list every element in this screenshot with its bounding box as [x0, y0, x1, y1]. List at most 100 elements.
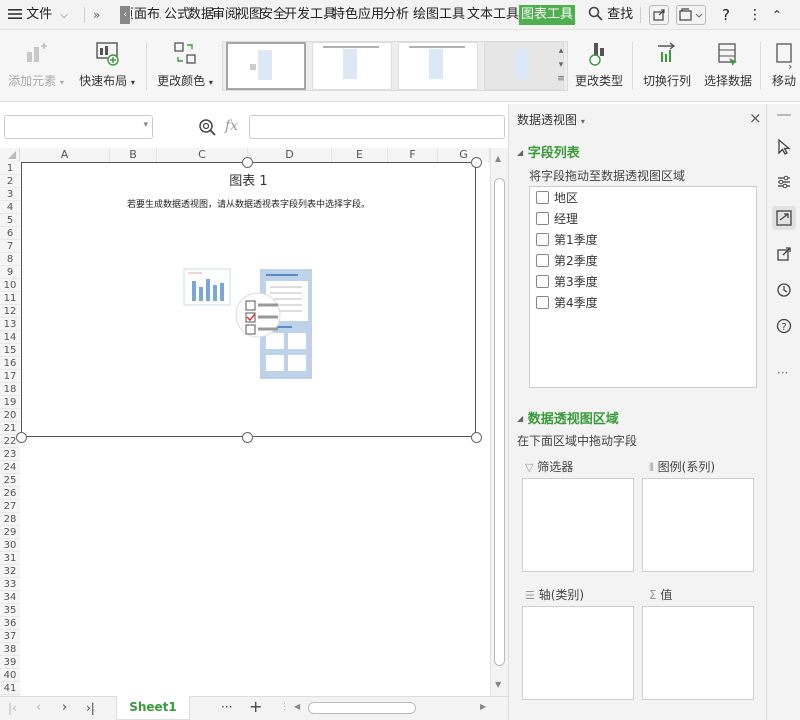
row-header[interactable]: 1	[0, 162, 20, 175]
tab-split-handle[interactable]: ⋮	[280, 702, 289, 712]
row-header[interactable]: 33	[0, 578, 20, 591]
row-header[interactable]: 14	[0, 331, 20, 344]
row-header[interactable]: 27	[0, 500, 20, 513]
row-header[interactable]: 38	[0, 643, 20, 656]
column-header[interactable]: C	[157, 148, 248, 162]
field-item-q3[interactable]: 第3季度	[536, 272, 598, 293]
row-header[interactable]: 35	[0, 604, 20, 617]
field-item-manager[interactable]: 经理	[536, 209, 578, 230]
row-header[interactable]: 2	[0, 175, 20, 188]
tab-text-tools[interactable]: 文本工具	[467, 0, 519, 30]
row-header[interactable]: 10	[0, 279, 20, 292]
row-header[interactable]: 40	[0, 669, 20, 682]
row-header[interactable]: 36	[0, 617, 20, 630]
row-header[interactable]: 12	[0, 305, 20, 318]
vertical-scrollbar[interactable]: ▲ ▼	[490, 148, 508, 696]
row-header[interactable]: 25	[0, 474, 20, 487]
pivot-panel-icon[interactable]	[772, 206, 796, 230]
row-header[interactable]: 39	[0, 656, 20, 669]
scroll-tabs-left-icon[interactable]: ‹	[120, 6, 130, 24]
checkbox[interactable]	[536, 191, 549, 204]
resize-handle-bottom-left[interactable]	[16, 432, 27, 443]
scroll-up-icon[interactable]: ▲	[495, 154, 501, 163]
tab-review[interactable]: 审阅	[212, 0, 238, 30]
column-header[interactable]: D	[248, 148, 332, 162]
more-icon[interactable]: ···	[777, 366, 788, 380]
help-circle-icon[interactable]: ?	[776, 318, 792, 337]
filter-drop-zone[interactable]	[522, 478, 634, 572]
resize-handle-bottom[interactable]	[242, 432, 253, 443]
row-header[interactable]: 16	[0, 357, 20, 370]
fx-icon[interactable]: fx	[225, 118, 238, 134]
column-header[interactable]: F	[388, 148, 438, 162]
history-icon[interactable]	[776, 282, 792, 301]
tab-data[interactable]: 数据	[188, 0, 214, 30]
checkbox[interactable]	[536, 296, 549, 309]
quick-layout-button[interactable]: 快速布局 ▾	[74, 30, 140, 102]
row-header[interactable]: 26	[0, 487, 20, 500]
spreadsheet-grid[interactable]: A B C D E F G 1 2 3 4 5 6 7 8 9 10 11 12 13 14 15 16 17 1…	[0, 148, 508, 696]
row-header[interactable]: 4	[0, 201, 20, 214]
file-menu[interactable]: 文件 ⌵	[8, 0, 68, 30]
select-all-corner[interactable]	[0, 148, 20, 162]
field-item-q2[interactable]: 第2季度	[536, 251, 598, 272]
search-button[interactable]: 查找	[588, 0, 633, 30]
last-sheet-icon[interactable]: ›|	[86, 701, 95, 715]
row-header[interactable]: 15	[0, 344, 20, 357]
tab-analyze[interactable]: 分析	[383, 0, 409, 30]
checkbox[interactable]	[536, 275, 549, 288]
field-list-section[interactable]: ◢ 字段列表	[517, 142, 580, 161]
row-header[interactable]: 28	[0, 513, 20, 526]
resize-handle-top-right[interactable]	[471, 157, 482, 168]
column-header[interactable]: E	[332, 148, 388, 162]
help-icon[interactable]: ?	[722, 0, 730, 30]
row-header[interactable]: 18	[0, 383, 20, 396]
row-header[interactable]: 37	[0, 630, 20, 643]
resize-handle-bottom-right[interactable]	[471, 432, 482, 443]
row-header[interactable]: 3	[0, 188, 20, 201]
row-header[interactable]: 30	[0, 539, 20, 552]
tab-special[interactable]: 特色应用	[332, 0, 384, 30]
axis-drop-zone[interactable]	[522, 606, 634, 700]
checkbox[interactable]	[536, 233, 549, 246]
field-item-region[interactable]: 地区	[536, 188, 578, 209]
gallery-scroll[interactable]: ▴ ▾ ≡	[556, 44, 566, 86]
row-header[interactable]: 20	[0, 409, 20, 422]
horizontal-scrollbar[interactable]: ◀ ▶	[294, 700, 490, 717]
scroll-down-icon[interactable]: ▼	[495, 680, 501, 689]
legend-drop-zone[interactable]	[642, 478, 754, 572]
row-header[interactable]: 5	[0, 214, 20, 227]
tab-page-layout[interactable]: 页面布局	[131, 0, 161, 30]
tab-developer[interactable]: 开发工具	[284, 0, 336, 30]
pivot-area-section[interactable]: ◢ 数据透视图区域	[517, 408, 619, 427]
settings-sliders-icon[interactable]	[776, 174, 792, 193]
first-sheet-icon[interactable]: |‹	[8, 701, 17, 715]
pivot-chart[interactable]: 图表 1 若要生成数据透视图，请从数据透视表字段列表中选择字段。	[21, 162, 476, 437]
export-icon[interactable]	[776, 246, 792, 265]
collapse-ribbon-icon[interactable]: ⌃	[772, 0, 782, 30]
row-header[interactable]: 6	[0, 227, 20, 240]
row-header[interactable]: 34	[0, 591, 20, 604]
cloud-sync-icon[interactable]	[676, 5, 706, 25]
column-header[interactable]: A	[20, 148, 110, 162]
ribbon-scroll-right-icon[interactable]: ›	[788, 60, 792, 73]
horizontal-scroll-thumb[interactable]	[308, 702, 416, 714]
row-header[interactable]: 13	[0, 318, 20, 331]
more-sheets-icon[interactable]: ···	[221, 700, 232, 714]
checkbox[interactable]	[536, 212, 549, 225]
row-header[interactable]: 8	[0, 253, 20, 266]
row-header[interactable]: 23	[0, 448, 20, 461]
close-icon[interactable]: ×	[749, 109, 762, 127]
tab-formula[interactable]: 公式	[164, 0, 190, 30]
row-header[interactable]: 11	[0, 292, 20, 305]
chart-title[interactable]: 图表 1	[22, 170, 475, 189]
next-sheet-icon[interactable]: ›	[62, 700, 67, 715]
scroll-right-icon[interactable]: ▶	[480, 702, 486, 711]
values-drop-zone[interactable]	[642, 606, 754, 700]
chart-style-4[interactable]	[484, 42, 564, 90]
move-chart-button[interactable]: 移动	[764, 30, 800, 102]
field-item-q1[interactable]: 第1季度	[536, 230, 598, 251]
field-item-q4[interactable]: 第4季度	[536, 293, 598, 314]
row-header[interactable]: 29	[0, 526, 20, 539]
row-header[interactable]: 17	[0, 370, 20, 383]
